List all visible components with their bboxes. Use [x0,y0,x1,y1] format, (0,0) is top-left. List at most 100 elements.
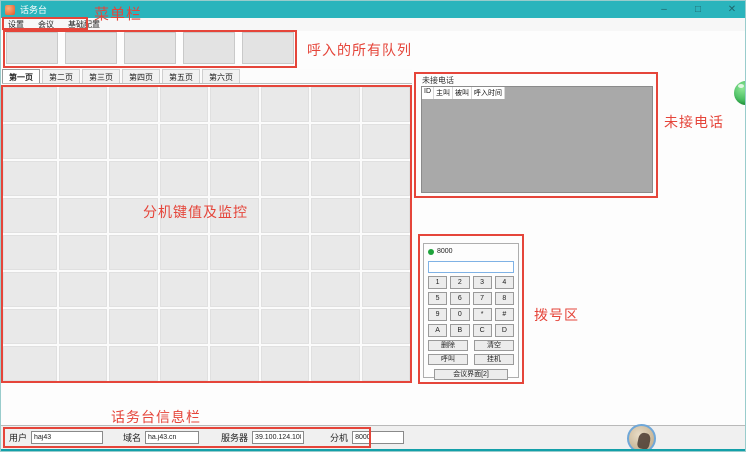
extension-cell[interactable] [59,87,107,122]
extension-cell[interactable] [210,235,258,270]
dial-key[interactable]: # [495,308,514,321]
extension-cell[interactable] [261,272,309,307]
dial-key[interactable]: A [428,324,447,337]
extension-cell[interactable] [311,272,359,307]
page-tab[interactable]: 第三页 [82,69,120,83]
dial-key[interactable]: 0 [450,308,469,321]
dial-key[interactable]: 4 [495,276,514,289]
dial-key[interactable]: B [450,324,469,337]
extension-cell[interactable] [362,161,410,196]
extension-cell[interactable] [362,346,410,381]
delete-button[interactable]: 删除 [428,340,468,351]
extension-cell[interactable] [160,198,208,233]
extension-field[interactable] [352,431,404,444]
extension-cell[interactable] [311,309,359,344]
extension-cell[interactable] [160,346,208,381]
extension-cell[interactable] [160,235,208,270]
floating-assistant-ball[interactable] [734,81,746,105]
dial-key[interactable]: 9 [428,308,447,321]
menu-item[interactable]: 基础配置 [61,19,107,30]
page-tab[interactable]: 第五页 [162,69,200,83]
extension-cell[interactable] [59,272,107,307]
extension-cell[interactable] [59,161,107,196]
dial-key[interactable]: D [495,324,514,337]
extension-cell[interactable] [311,124,359,159]
page-tab[interactable]: 第一页 [2,69,40,83]
extension-cell[interactable] [109,124,157,159]
extension-cell[interactable] [261,124,309,159]
call-button[interactable]: 呼叫 [428,354,468,365]
extension-cell[interactable] [210,309,258,344]
page-tab[interactable]: 第六页 [202,69,240,83]
dial-key[interactable]: 5 [428,292,447,305]
extension-cell[interactable] [210,87,258,122]
extension-cell[interactable] [210,198,258,233]
menu-item[interactable]: 会议 [31,19,61,30]
dial-key[interactable]: * [473,308,492,321]
extension-cell[interactable] [210,124,258,159]
domain-field[interactable] [145,431,199,444]
minimize-button[interactable]: – [655,1,673,18]
extension-cell[interactable] [362,235,410,270]
extension-cell[interactable] [160,87,208,122]
dial-key[interactable]: 7 [473,292,492,305]
dial-key[interactable]: 1 [428,276,447,289]
extension-cell[interactable] [3,272,57,307]
extension-cell[interactable] [362,124,410,159]
menu-item[interactable]: 设置 [1,19,31,30]
extension-cell[interactable] [3,161,57,196]
extension-cell[interactable] [362,198,410,233]
extension-cell[interactable] [210,161,258,196]
queue-slot[interactable] [183,32,235,64]
extension-cell[interactable] [3,309,57,344]
extension-cell[interactable] [109,309,157,344]
extension-cell[interactable] [311,346,359,381]
extension-cell[interactable] [59,124,107,159]
extension-cell[interactable] [261,198,309,233]
extension-cell[interactable] [59,346,107,381]
extension-cell[interactable] [362,272,410,307]
queue-slot[interactable] [242,32,294,64]
user-field[interactable] [31,431,103,444]
extension-cell[interactable] [109,161,157,196]
extension-cell[interactable] [160,272,208,307]
extension-cell[interactable] [160,309,208,344]
extension-cell[interactable] [3,346,57,381]
server-field[interactable] [252,431,304,444]
app-taskbar-icon[interactable] [627,424,656,452]
close-button[interactable]: ✕ [723,1,741,18]
extension-cell[interactable] [109,198,157,233]
extension-cell[interactable] [311,235,359,270]
conference-view-button[interactable]: 会议界面[2] [434,369,508,380]
extension-cell[interactable] [261,161,309,196]
extension-cell[interactable] [3,124,57,159]
extension-cell[interactable] [311,87,359,122]
dial-number-input[interactable] [428,261,514,273]
extension-cell[interactable] [261,235,309,270]
extension-cell[interactable] [210,272,258,307]
extension-cell[interactable] [59,235,107,270]
dial-key[interactable]: 8 [495,292,514,305]
queue-slot[interactable] [65,32,117,64]
missed-calls-table[interactable]: ID主叫被叫呼入时间 [421,86,653,193]
extension-cell[interactable] [311,198,359,233]
extension-cell[interactable] [59,198,107,233]
dial-key[interactable]: 3 [473,276,492,289]
extension-cell[interactable] [59,309,107,344]
extension-cell[interactable] [210,346,258,381]
dial-key[interactable]: 6 [450,292,469,305]
maximize-button[interactable]: □ [689,1,707,18]
extension-cell[interactable] [160,161,208,196]
dial-key[interactable]: C [473,324,492,337]
extension-cell[interactable] [3,235,57,270]
queue-slot[interactable] [6,32,58,64]
extension-cell[interactable] [109,235,157,270]
clear-button[interactable]: 清空 [474,340,514,351]
page-tab[interactable]: 第四页 [122,69,160,83]
hangup-button[interactable]: 挂机 [474,354,514,365]
extension-cell[interactable] [362,309,410,344]
extension-cell[interactable] [3,87,57,122]
extension-cell[interactable] [109,346,157,381]
extension-cell[interactable] [261,346,309,381]
extension-cell[interactable] [362,87,410,122]
